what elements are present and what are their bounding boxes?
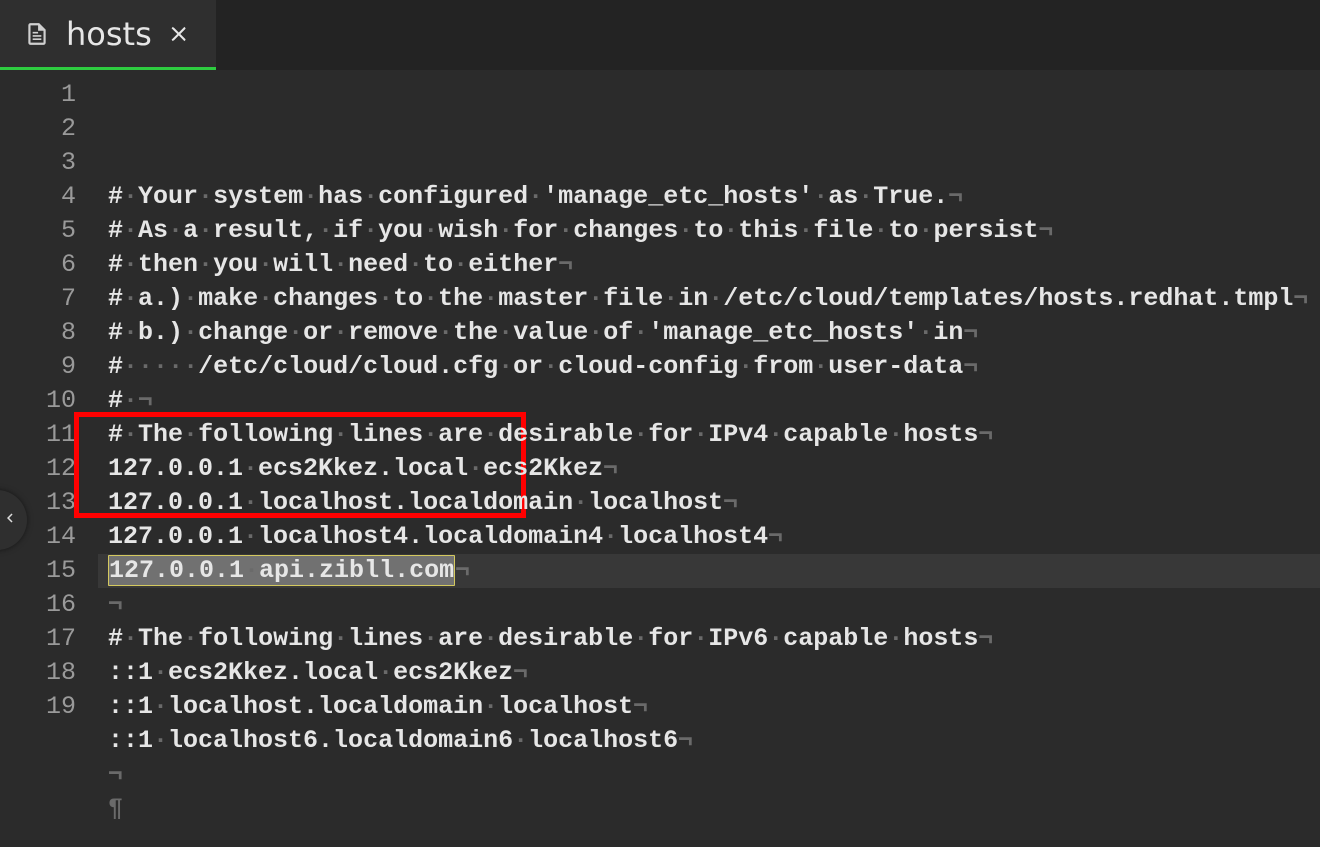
line-number: 1 xyxy=(0,78,98,112)
code-line[interactable]: 127.0.0.1·api.zibll.com¬ xyxy=(98,554,1320,588)
line-number: 5 xyxy=(0,214,98,248)
tab-hosts[interactable]: hosts xyxy=(0,0,216,70)
line-number: 15 xyxy=(0,554,98,588)
line-number: 2 xyxy=(0,112,98,146)
code-line[interactable]: #·The·following·lines·are·desirable·for·… xyxy=(98,418,1320,452)
code-line[interactable]: ::1·localhost6.localdomain6·localhost6¬ xyxy=(98,724,1320,758)
code-line[interactable]: ¶ xyxy=(98,792,1320,826)
chevron-left-icon xyxy=(1,509,19,532)
tab-bar: hosts xyxy=(0,0,1320,70)
line-number: 19 xyxy=(0,690,98,724)
line-number: 12 xyxy=(0,452,98,486)
line-number: 11 xyxy=(0,418,98,452)
code-line[interactable]: #·····/etc/cloud/cloud.cfg·or·cloud-conf… xyxy=(98,350,1320,384)
code-line[interactable]: 127.0.0.1·localhost4.localdomain4·localh… xyxy=(98,520,1320,554)
code-line[interactable]: #·The·following·lines·are·desirable·for·… xyxy=(98,622,1320,656)
close-icon[interactable] xyxy=(168,23,190,45)
line-number: 10 xyxy=(0,384,98,418)
line-number: 17 xyxy=(0,622,98,656)
file-icon xyxy=(24,21,50,47)
code-line[interactable]: 127.0.0.1·localhost.localdomain·localhos… xyxy=(98,486,1320,520)
line-number: 4 xyxy=(0,180,98,214)
code-line[interactable]: ¬ xyxy=(98,588,1320,622)
line-number-gutter: 12345678910111213141516171819 xyxy=(0,70,98,847)
code-line[interactable]: ¬ xyxy=(98,758,1320,792)
line-number: 16 xyxy=(0,588,98,622)
tab-filename: hosts xyxy=(66,15,152,53)
code-line[interactable]: #·¬ xyxy=(98,384,1320,418)
code-line[interactable]: ::1·ecs2Kkez.local·ecs2Kkez¬ xyxy=(98,656,1320,690)
code-line[interactable]: #·a.)·make·changes·to·the·master·file·in… xyxy=(98,282,1320,316)
code-line[interactable]: #·As·a·result,·if·you·wish·for·changes·t… xyxy=(98,214,1320,248)
line-number: 7 xyxy=(0,282,98,316)
line-number: 3 xyxy=(0,146,98,180)
line-number: 9 xyxy=(0,350,98,384)
line-number: 8 xyxy=(0,316,98,350)
code-line[interactable]: 127.0.0.1·ecs2Kkez.local·ecs2Kkez¬ xyxy=(98,452,1320,486)
line-number: 18 xyxy=(0,656,98,690)
code-line[interactable]: ::1·localhost.localdomain·localhost¬ xyxy=(98,690,1320,724)
line-number: 6 xyxy=(0,248,98,282)
editor-area[interactable]: 12345678910111213141516171819 #·Your·sys… xyxy=(0,70,1320,847)
code-line[interactable]: #·Your·system·has·configured·'manage_etc… xyxy=(98,180,1320,214)
code-line[interactable]: #·then·you·will·need·to·either¬ xyxy=(98,248,1320,282)
code-content[interactable]: #·Your·system·has·configured·'manage_etc… xyxy=(98,70,1320,847)
code-line[interactable]: #·b.)·change·or·remove·the·value·of·'man… xyxy=(98,316,1320,350)
